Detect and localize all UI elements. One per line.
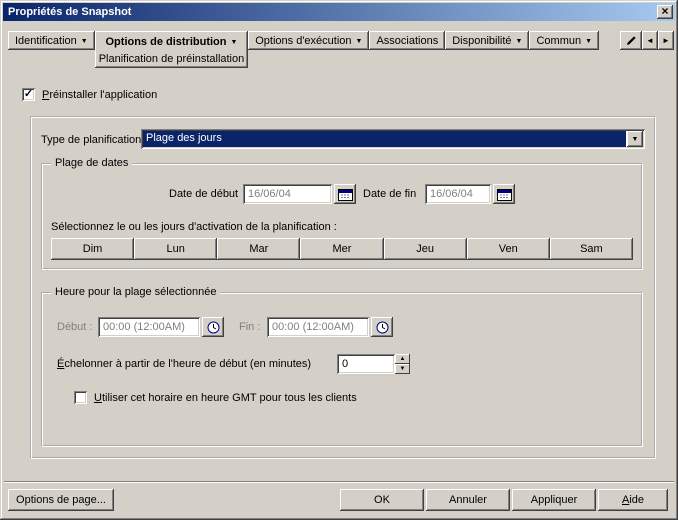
start-date-calendar-button[interactable] xyxy=(334,184,356,204)
arrow-up-icon: ▲ xyxy=(400,356,406,362)
dialog-proprietes-snapshot: Propriétés de Snapshot × Identification … xyxy=(0,0,678,520)
days-select-label: Sélectionnez le ou les jours d'activatio… xyxy=(51,221,337,233)
chevron-down-icon: ▼ xyxy=(231,37,238,46)
window-title: Propriétés de Snapshot xyxy=(8,6,131,18)
tab-scroll-cluster: ◄ ► xyxy=(620,31,674,50)
weekday-jeu[interactable]: Jeu xyxy=(384,238,467,260)
tab-disponibilite[interactable]: Disponibilité ▼ xyxy=(445,31,529,50)
calendar-icon xyxy=(338,188,353,201)
preinstall-checkbox[interactable]: ✓ xyxy=(22,88,35,101)
stagger-minutes-input[interactable] xyxy=(337,354,395,374)
stagger-label: Échelonner à partir de l'heure de début … xyxy=(57,358,311,370)
stagger-spinner: ▲ ▼ xyxy=(395,354,410,374)
tab-label: Options de distribution xyxy=(106,36,227,48)
tab-bar: Identification ▼ Options de distribution… xyxy=(8,31,674,68)
start-date-input[interactable] xyxy=(243,184,332,204)
weekday-sam[interactable]: Sam xyxy=(550,238,633,260)
help-button[interactable]: Aide xyxy=(598,489,668,511)
close-button[interactable]: × xyxy=(657,5,673,19)
arrow-down-icon: ▼ xyxy=(400,366,406,372)
arrow-right-icon: ► xyxy=(662,36,670,45)
end-date-label: Date de fin xyxy=(363,188,416,200)
tab-options-d-execution[interactable]: Options d'exécution ▼ xyxy=(248,31,369,50)
chevron-down-icon: ▼ xyxy=(585,36,592,45)
combo-dropdown-button[interactable]: ▼ xyxy=(627,131,643,147)
scroll-tabs-right-button[interactable]: ► xyxy=(658,31,674,50)
spin-down-button[interactable]: ▼ xyxy=(395,364,410,374)
tab-label: Options d'exécution xyxy=(255,35,351,47)
chevron-down-icon: ▼ xyxy=(81,36,88,45)
weekday-lun[interactable]: Lun xyxy=(134,238,217,260)
clock-icon xyxy=(207,321,220,334)
tab-commun[interactable]: Commun ▼ xyxy=(529,31,599,50)
tab-label: Associations xyxy=(376,35,438,47)
preinstall-checkbox-row[interactable]: ✓ Préinstaller l'application xyxy=(22,88,157,101)
start-time-input[interactable] xyxy=(98,317,200,337)
tab-label: Identification xyxy=(15,35,77,47)
check-icon: ✓ xyxy=(24,89,33,100)
gmt-checkbox-row[interactable]: Utiliser cet horaire en heure GMT pour t… xyxy=(74,391,357,404)
weekday-dim[interactable]: Dim xyxy=(51,238,134,260)
chevron-down-icon: ▼ xyxy=(632,136,639,143)
end-time-input[interactable] xyxy=(267,317,369,337)
clock-icon xyxy=(376,321,389,334)
weekday-mer[interactable]: Mer xyxy=(300,238,383,260)
tab-tools-button[interactable] xyxy=(620,31,642,50)
start-date-label: Date de début xyxy=(169,188,238,200)
tab-label-row: Options de distribution ▼ xyxy=(95,32,249,51)
subtab-planification-de-preinstallation[interactable]: Planification de préinstallation xyxy=(95,51,249,67)
pencil-icon xyxy=(626,35,637,46)
tab-label: Disponibilité xyxy=(452,35,511,47)
end-date-calendar-button[interactable] xyxy=(493,184,515,204)
schedule-panel: Type de planification : Plage des jours … xyxy=(30,116,656,459)
time-range-group-title: Heure pour la plage sélectionnée xyxy=(51,286,220,298)
preinstall-label: Préinstaller l'application xyxy=(42,89,157,101)
tab-options-de-distribution[interactable]: Options de distribution ▼ Planification … xyxy=(95,31,249,68)
chevron-down-icon: ▼ xyxy=(356,36,363,45)
apply-button[interactable]: Appliquer xyxy=(512,489,596,511)
gmt-label: Utiliser cet horaire en heure GMT pour t… xyxy=(94,392,357,404)
button-bar-separator xyxy=(4,481,674,483)
weekday-ven[interactable]: Ven xyxy=(467,238,550,260)
time-range-group: Heure pour la plage sélectionnée Début :… xyxy=(41,292,643,447)
scroll-tabs-left-button[interactable]: ◄ xyxy=(642,31,658,50)
arrow-left-icon: ◄ xyxy=(646,36,654,45)
cancel-button[interactable]: Annuler xyxy=(426,489,510,511)
schedule-type-label: Type de planification : xyxy=(41,134,147,146)
end-time-label: Fin : xyxy=(239,321,260,333)
spin-up-button[interactable]: ▲ xyxy=(395,354,410,364)
tab-label: Commun xyxy=(536,35,581,47)
start-time-clock-button[interactable] xyxy=(202,317,224,337)
calendar-icon xyxy=(497,188,512,201)
close-icon: × xyxy=(661,5,668,17)
weekday-selector: Dim Lun Mar Mer Jeu Ven Sam xyxy=(51,238,633,260)
title-bar[interactable]: Propriétés de Snapshot × xyxy=(3,3,675,21)
tab-identification[interactable]: Identification ▼ xyxy=(8,31,95,50)
date-range-group: Plage de dates Date de début Date de fin xyxy=(41,163,643,270)
gmt-checkbox[interactable] xyxy=(74,391,87,404)
schedule-type-selected-value: Plage des jours xyxy=(143,131,626,147)
end-time-clock-button[interactable] xyxy=(371,317,393,337)
end-date-input[interactable] xyxy=(425,184,491,204)
page-options-button[interactable]: Options de page... xyxy=(8,489,114,511)
start-time-label: Début : xyxy=(57,321,92,333)
date-range-group-title: Plage de dates xyxy=(51,157,132,169)
ok-button[interactable]: OK xyxy=(340,489,424,511)
weekday-mar[interactable]: Mar xyxy=(217,238,300,260)
schedule-type-combobox[interactable]: Plage des jours ▼ xyxy=(141,129,645,149)
tab-associations[interactable]: Associations xyxy=(369,31,445,50)
chevron-down-icon: ▼ xyxy=(516,36,523,45)
